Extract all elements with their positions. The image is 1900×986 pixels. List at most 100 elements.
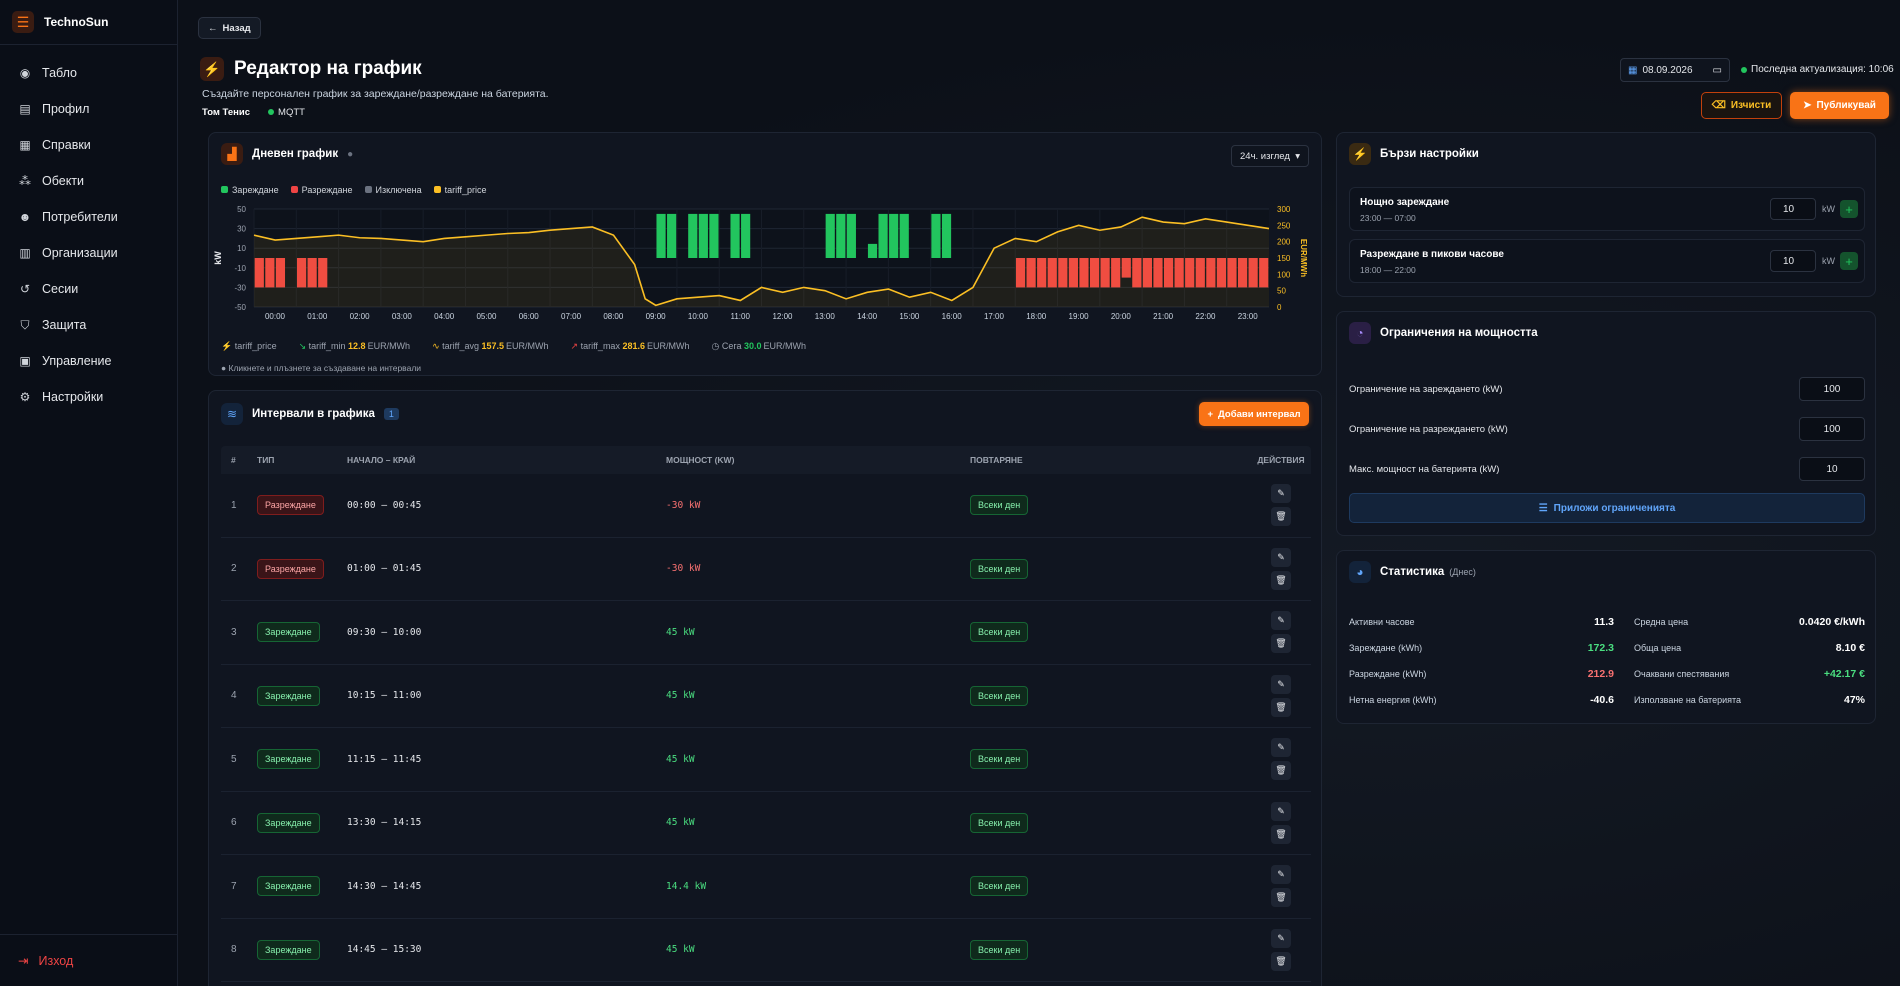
quick-setting-power-input[interactable]: 10 [1770, 250, 1816, 272]
x-tick-label: 22:00 [1195, 312, 1216, 321]
intervals-title: Интервали в графика [252, 408, 375, 420]
calendar-picker-icon[interactable]: ▭ [1713, 65, 1722, 76]
time-range: 00:00 – 00:45 [347, 499, 422, 511]
publish-button[interactable]: ➤ Публикувай [1790, 92, 1889, 119]
sidebar-item-organizations[interactable]: ▥ Организации [0, 235, 177, 271]
stat-value: 12.8 [348, 340, 366, 351]
edit-icon[interactable]: ✎ [1271, 611, 1291, 631]
trash-icon[interactable]: 🗑 [1271, 697, 1291, 717]
sidebar-item-users[interactable]: ☻ Потребители [0, 199, 177, 235]
statistics-header: ◕ Статистика (Днес) [1349, 561, 1476, 583]
sidebar-item-security[interactable]: ⛉ Защита [0, 307, 177, 343]
gauge-icon: ◔ [1349, 322, 1371, 344]
add-interval-button[interactable]: + Добави интервал [1199, 402, 1309, 426]
statistics-title: Статистика [1380, 566, 1445, 578]
hint-text: Кликнете и плъзнете за създаване на инте… [228, 363, 422, 373]
chart-bar [741, 213, 751, 258]
row-number: 3 [231, 626, 237, 638]
sidebar-item-dashboard[interactable]: ◉ Табло [0, 55, 177, 91]
legend-label: Изключена [375, 185, 422, 195]
info-icon: ● [221, 363, 227, 373]
x-tick-label: 08:00 [603, 312, 624, 321]
chart-bar [889, 213, 899, 258]
discharge-limit-input[interactable]: 100 [1799, 417, 1865, 441]
limit-label: Ограничение на зареждането (kW) [1349, 383, 1503, 395]
sidebar-item-management[interactable]: ▣ Управление [0, 343, 177, 379]
profile-icon: ▤ [19, 102, 31, 116]
charge-limit-row: Ограничение на зареждането (kW) 100 [1349, 376, 1865, 402]
lightning-icon: ⚡ [200, 57, 224, 81]
edit-icon[interactable]: ✎ [1271, 547, 1291, 567]
y2-tick-label: 150 [1277, 254, 1291, 263]
quick-setting-peak-discharge: Разреждане в пикови часове 18:00 — 22:00… [1349, 239, 1865, 283]
sidebar-item-reports[interactable]: ▦ Справки [0, 127, 177, 163]
repeat-badge: Всеки ден [970, 876, 1029, 897]
edit-icon[interactable]: ✎ [1271, 484, 1291, 504]
y2-tick-label: 50 [1277, 287, 1286, 296]
y2-tick-label: 0 [1277, 303, 1282, 312]
quick-setting-power-input[interactable]: 10 [1770, 198, 1816, 220]
chart-legend: Зареждане Разреждане Изключена tariff_pr… [221, 185, 486, 195]
table-row: 3 Зареждане 09:30 – 10:00 45 kW Всеки ден ✎ 🗑 [221, 601, 1311, 665]
add-quick-setting-button[interactable]: + [1840, 200, 1858, 218]
tariff-stats: ⚡ tariff_price ↘ tariff_min 12.8 EUR/MWh … [221, 331, 1311, 361]
sliders-icon: ☰ [1538, 502, 1548, 514]
row-number: 6 [231, 817, 237, 829]
chart-bar [941, 213, 952, 258]
battery-max-input[interactable]: 10 [1799, 457, 1865, 481]
stat-unit: EUR/MWh [763, 340, 807, 351]
trash-icon[interactable]: 🗑 [1271, 507, 1291, 527]
apply-limits-button[interactable]: ☰ Приложи ограниченията [1349, 493, 1865, 523]
trash-icon[interactable]: 🗑 [1271, 951, 1291, 971]
logout-label: Изход [38, 953, 74, 968]
stat-label: Нетна енергия (kWh) [1349, 695, 1437, 705]
logout-button[interactable]: ⇥ Изход [0, 934, 178, 986]
charge-limit-input[interactable]: 100 [1799, 377, 1865, 401]
date-picker[interactable]: ▦ 08.09.2026 ▭ [1620, 58, 1730, 82]
chart-bar [931, 213, 941, 258]
trash-icon[interactable]: 🗑 [1271, 888, 1291, 908]
add-interval-label: Добави интервал [1218, 408, 1301, 420]
edit-icon[interactable]: ✎ [1271, 865, 1291, 885]
repeat-badge: Всеки ден [970, 558, 1029, 579]
calendar-icon: ▦ [1628, 64, 1638, 76]
sidebar-item-profile[interactable]: ▤ Профил [0, 91, 177, 127]
power-limits-title: Ограничения на мощността [1380, 327, 1538, 339]
stat-value: 157.5 [481, 340, 505, 351]
daily-chart[interactable]: 50 30 10 -10 -30 -50 300 250 200 150 100 50 0 00:00 01… [209, 205, 1323, 335]
edit-icon[interactable]: ✎ [1271, 674, 1291, 694]
info-icon[interactable]: ● [347, 149, 353, 160]
col-repeat: ПОВТАРЯНЕ [970, 455, 1023, 465]
edit-icon[interactable]: ✎ [1271, 738, 1291, 758]
add-quick-setting-button[interactable]: + [1840, 252, 1858, 270]
back-button[interactable]: ← Назад [198, 17, 261, 39]
clear-button[interactable]: ⌫ Изчисти [1701, 92, 1782, 119]
repeat-badge: Всеки ден [970, 495, 1029, 516]
table-body: 1 Разреждане 00:00 – 00:45 -30 kW Всеки ден ✎… [221, 474, 1311, 982]
chart-card-header: ▟ Дневен график ● [221, 143, 353, 165]
x-tick-label: 15:00 [899, 312, 920, 321]
power-limits-card: ◔ Ограничения на мощността Ограничение н… [1336, 311, 1876, 536]
sidebar-item-settings[interactable]: ⚙ Настройки [0, 379, 177, 415]
view-select[interactable]: 24ч. изглед ▾ [1231, 145, 1309, 167]
x-tick-label: 21:00 [1153, 312, 1174, 321]
x-tick-label: 03:00 [392, 312, 413, 321]
sidebar-item-label: Организации [42, 246, 118, 260]
edit-icon[interactable]: ✎ [1271, 801, 1291, 821]
trash-icon[interactable]: 🗑 [1271, 634, 1291, 654]
repeat-badge: Всеки ден [970, 939, 1029, 960]
trash-icon[interactable]: 🗑 [1271, 761, 1291, 781]
edit-icon[interactable]: ✎ [1271, 928, 1291, 948]
sidebar-item-objects[interactable]: ⁂ Обекти [0, 163, 177, 199]
trash-icon[interactable]: 🗑 [1271, 570, 1291, 590]
send-icon: ➤ [1803, 100, 1812, 111]
stat-row: Нетна енергия (kWh) -40.6 Използване на ба… [1349, 687, 1865, 713]
sidebar-item-sessions[interactable]: ↺ Сесии [0, 271, 177, 307]
tariff-avg-stat: ∿ tariff_avg 157.5 EUR/MWh [432, 341, 548, 352]
hamburger-menu-icon[interactable]: ☰ [12, 11, 34, 33]
eraser-icon: ⌫ [1711, 100, 1726, 111]
col-actions: ДЕЙСТВИЯ [1257, 455, 1305, 465]
trash-icon[interactable]: 🗑 [1271, 824, 1291, 844]
stat-value: 281.6 [622, 340, 645, 351]
stat-row: Зареждане (kWh) 172.3 Обща цена 8.10 € [1349, 635, 1865, 661]
